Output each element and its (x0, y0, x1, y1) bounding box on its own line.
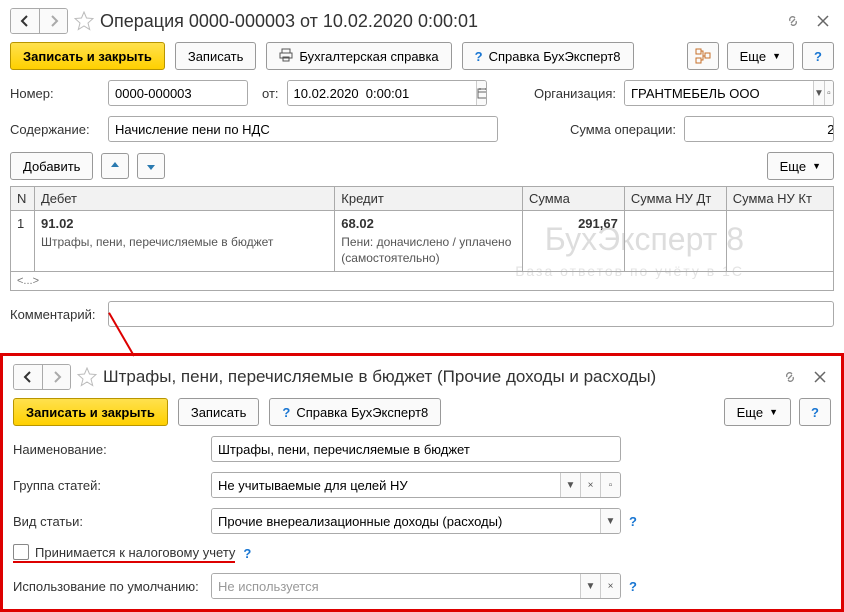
name-label: Наименование: (13, 442, 203, 457)
date-field[interactable] (287, 80, 487, 106)
table-footer: <...> (10, 272, 834, 291)
credit-desc: Пени: доначислено / уплачено (самостояте… (341, 235, 516, 266)
type-label: Вид статьи: (13, 514, 203, 529)
col-n: N (11, 187, 35, 211)
help-icon[interactable]: ? (243, 546, 251, 561)
col-debit: Дебет (35, 187, 335, 211)
tax-checkbox[interactable] (13, 544, 29, 560)
sum-value: 291,67 (578, 216, 618, 231)
open-icon[interactable]: ▫ (824, 81, 833, 105)
group-label: Группа статей: (13, 478, 203, 493)
number-field[interactable] (108, 80, 248, 106)
table-row[interactable]: 1 91.02 Штрафы, пени, перечисляемые в бю… (11, 211, 834, 272)
org-label: Организация: (534, 86, 616, 101)
from-label: от: (262, 86, 279, 101)
back-button[interactable] (14, 365, 42, 389)
save-button[interactable]: Записать (178, 398, 260, 426)
printer-icon (279, 48, 293, 65)
help-ref-button[interactable]: ?Справка БухЭксперт8 (462, 42, 634, 70)
close-icon[interactable] (812, 10, 834, 32)
question-icon: ? (282, 405, 290, 420)
move-down-button[interactable] (137, 153, 165, 179)
help-icon[interactable]: ? (629, 514, 637, 529)
content-label: Содержание: (10, 122, 100, 137)
tree-icon-button[interactable] (687, 42, 719, 70)
forward-button[interactable] (42, 365, 70, 389)
dropdown-icon[interactable]: ▼ (813, 81, 824, 105)
more-button[interactable]: Еще ▼ (724, 398, 791, 426)
help-button[interactable]: ? (802, 42, 834, 70)
window-title: Штрафы, пени, перечисляемые в бюджет (Пр… (103, 367, 773, 387)
clear-icon[interactable]: × (580, 473, 600, 497)
org-field[interactable]: ▼ ▫ (624, 80, 834, 106)
back-button[interactable] (11, 9, 39, 33)
opsum-field[interactable] (684, 116, 834, 142)
number-label: Номер: (10, 86, 100, 101)
debit-desc: Штрафы, пени, перечисляемые в бюджет (41, 235, 328, 251)
dropdown-icon[interactable]: ▼ (600, 509, 620, 533)
clear-icon[interactable]: × (600, 574, 620, 598)
entries-table: N Дебет Кредит Сумма Сумма НУ Дт Сумма Н… (10, 186, 834, 272)
add-button[interactable]: Добавить (10, 152, 93, 180)
calendar-icon[interactable] (476, 81, 487, 105)
debit-account: 91.02 (41, 216, 74, 231)
type-field[interactable]: ▼ (211, 508, 621, 534)
help-button[interactable]: ? (799, 398, 831, 426)
col-sum-nu-dt: Сумма НУ Дт (624, 187, 726, 211)
save-button[interactable]: Записать (175, 42, 257, 70)
link-icon[interactable] (779, 366, 801, 388)
link-icon[interactable] (782, 10, 804, 32)
open-icon[interactable]: ▫ (600, 473, 620, 497)
col-sum-nu-kt: Сумма НУ Кт (726, 187, 833, 211)
question-icon: ? (475, 49, 483, 64)
group-field[interactable]: ▼ × ▫ (211, 472, 621, 498)
comment-label: Комментарий: (10, 307, 100, 322)
col-sum: Сумма (522, 187, 624, 211)
dropdown-icon[interactable]: ▼ (560, 473, 580, 497)
move-up-button[interactable] (101, 153, 129, 179)
credit-account: 68.02 (341, 216, 374, 231)
print-ref-button[interactable]: Бухгалтерская справка (266, 42, 451, 70)
comment-field[interactable] (108, 301, 834, 327)
window-title: Операция 0000-000003 от 10.02.2020 0:00:… (100, 11, 776, 32)
help-ref-button[interactable]: ?Справка БухЭксперт8 (269, 398, 441, 426)
star-icon[interactable] (74, 11, 94, 31)
usage-field[interactable]: ▼ × (211, 573, 621, 599)
tax-check-label: Принимается к налоговому учету (35, 545, 235, 560)
name-field[interactable] (211, 436, 621, 462)
table-more-button[interactable]: Еще ▼ (767, 152, 834, 180)
usage-label: Использование по умолчанию: (13, 579, 203, 594)
forward-button[interactable] (39, 9, 67, 33)
dropdown-icon[interactable]: ▼ (580, 574, 600, 598)
star-icon[interactable] (77, 367, 97, 387)
col-credit: Кредит (335, 187, 523, 211)
more-button[interactable]: Еще ▼ (727, 42, 794, 70)
help-icon[interactable]: ? (629, 579, 637, 594)
close-icon[interactable] (809, 366, 831, 388)
save-close-button[interactable]: Записать и закрыть (10, 42, 165, 70)
content-field[interactable] (108, 116, 498, 142)
opsum-label: Сумма операции: (570, 122, 676, 137)
save-close-button[interactable]: Записать и закрыть (13, 398, 168, 426)
